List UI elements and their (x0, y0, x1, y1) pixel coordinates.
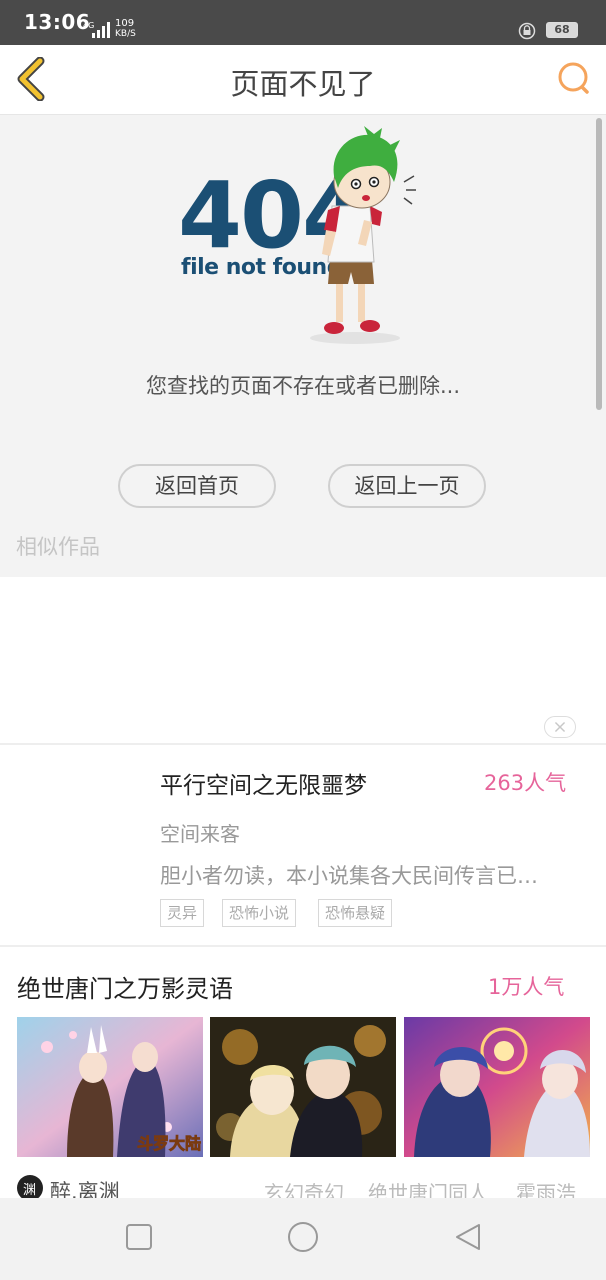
home-icon[interactable] (287, 1221, 319, 1253)
cartoon-character-illustration (310, 126, 416, 344)
book-title[interactable]: 平行空间之无限噩梦 (160, 766, 367, 800)
popularity-count: 1万人气 (488, 975, 565, 999)
cover-image[interactable] (210, 1017, 396, 1157)
system-nav-bar (0, 1198, 606, 1280)
similar-works-label: 相似作品 (16, 535, 100, 559)
tag-chip[interactable]: 灵异 (160, 899, 205, 927)
section-title[interactable]: 绝世唐门之万影灵语 (17, 969, 233, 1004)
back-to-previous-button[interactable]: 返回上一页 (328, 464, 486, 508)
status-bar: 13:06 4G 109 KB/S 68 (0, 0, 606, 45)
top-bar: 页面不见了 (0, 45, 606, 115)
popularity-count: 263人气 (484, 771, 567, 795)
tag-chip[interactable]: 恐怖小说 (222, 899, 297, 927)
status-time: 13:06 (24, 10, 91, 34)
net-speed: 109 KB/S (115, 18, 136, 40)
back-icon[interactable] (453, 1222, 483, 1252)
signal-icon (92, 22, 110, 38)
book-description: 胆小者勿读，本小说集各大民间传言已… (160, 864, 538, 888)
net-speed-unit: KB/S (115, 29, 136, 39)
avatar-glyph: 渊 (23, 1183, 37, 1198)
book-author: 空间来客 (160, 822, 240, 846)
back-to-home-button[interactable]: 返回首页 (118, 464, 276, 508)
scrollbar[interactable] (596, 118, 602, 410)
recent-apps-icon[interactable] (124, 1222, 154, 1252)
lock-rotation-icon (518, 22, 536, 40)
divider (0, 743, 606, 745)
cover-image[interactable] (404, 1017, 590, 1157)
tag-chip[interactable]: 恐怖悬疑 (318, 899, 393, 927)
net-speed-value: 109 (115, 18, 135, 29)
battery-indicator: 68 (546, 22, 578, 38)
error-message: 您查找的页面不存在或者已删除... (145, 374, 461, 398)
close-ad-icon[interactable] (544, 716, 576, 738)
cover-logo-text: 斗罗大陆 (137, 1134, 201, 1153)
page-title: 页面不见了 (230, 67, 376, 101)
search-icon[interactable] (556, 59, 592, 99)
divider (0, 945, 606, 947)
cover-image[interactable]: 斗罗大陆 (17, 1017, 203, 1157)
